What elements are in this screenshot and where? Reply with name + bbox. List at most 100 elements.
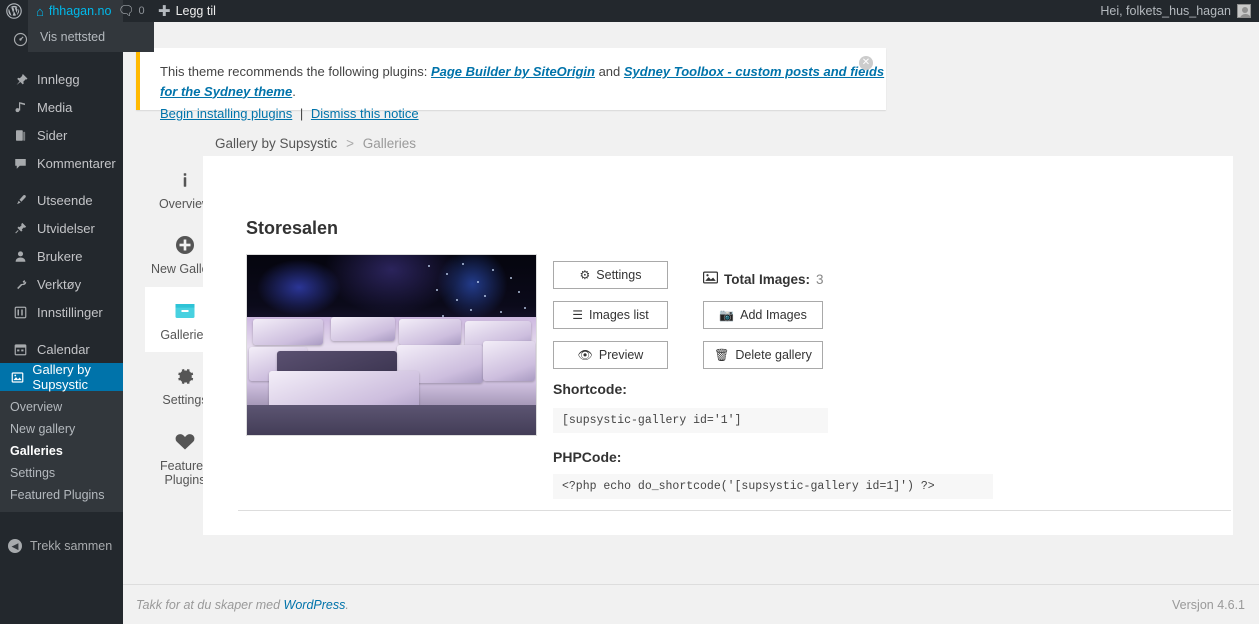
wordpress-logo-button[interactable] bbox=[0, 0, 28, 22]
wordpress-logo-icon bbox=[6, 3, 22, 19]
sidebar-item-gallery-by-supsystic[interactable]: Gallery by Supsystic bbox=[0, 362, 131, 392]
notice-conjunction: and bbox=[594, 64, 624, 79]
trash-icon: 🗑 bbox=[714, 348, 730, 362]
gallery-thumbnail[interactable] bbox=[246, 254, 537, 436]
home-icon: ⌂ bbox=[36, 3, 44, 19]
delete-gallery-button[interactable]: 🗑 Delete gallery bbox=[703, 341, 823, 369]
sidebar-subitem-overview[interactable]: Overview bbox=[0, 396, 123, 418]
total-images-info: Total Images: 3 bbox=[703, 271, 824, 287]
admin-bar: ⌂ fhhagan.no 🗨 0 ✚ Legg til Hei, folkets… bbox=[0, 0, 1259, 22]
sidebar-item-innstillinger[interactable]: Innstillinger bbox=[0, 298, 123, 326]
admin-footer: Takk for at du skaper med WordPress. Ver… bbox=[123, 584, 1259, 624]
banquet-hall-photo bbox=[247, 255, 536, 435]
breadcrumb-separator-icon: > bbox=[346, 136, 354, 151]
add-images-button[interactable]: 📷 Add Images bbox=[703, 301, 823, 329]
settings-button[interactable]: ⚙ Settings bbox=[553, 261, 668, 289]
shortcode-label: Shortcode: bbox=[553, 381, 627, 397]
footer-version: Versjon 4.6.1 bbox=[1172, 598, 1245, 612]
notice-intro: This theme recommends the following plug… bbox=[160, 64, 431, 79]
list-icon: ☰ bbox=[572, 308, 583, 322]
dashboard-gauge-icon bbox=[10, 32, 30, 47]
admin-sidebar: Innlegg Media Sider Kommentarer Utseende… bbox=[0, 22, 131, 624]
footer-thanks-suffix: . bbox=[345, 598, 349, 612]
heart-icon bbox=[174, 429, 196, 455]
phpcode-value[interactable]: <?php echo do_shortcode('[supsystic-gall… bbox=[553, 474, 993, 499]
preview-button[interactable]: 👁 Preview bbox=[553, 341, 668, 369]
phpcode-label: PHPCode: bbox=[553, 449, 622, 465]
sidebar-subitem-settings[interactable]: Settings bbox=[0, 462, 123, 484]
sidebar-item-label: Innstillinger bbox=[37, 304, 103, 320]
sidebar-separator-2 bbox=[0, 177, 123, 186]
sidebar-subitem-new-gallery[interactable]: New gallery bbox=[0, 418, 123, 440]
plus-circle-icon bbox=[174, 232, 196, 258]
gallery-icon bbox=[10, 370, 25, 385]
sidebar-item-calendar[interactable]: Calendar bbox=[0, 335, 123, 363]
panel-divider bbox=[238, 510, 1231, 511]
sidebar-item-sider[interactable]: Sider bbox=[0, 121, 123, 149]
site-menu-dropdown[interactable]: Vis nettsted bbox=[28, 22, 154, 52]
plugin-link-page-builder[interactable]: Page Builder by SiteOrigin bbox=[431, 64, 595, 79]
sidebar-subitem-label: Settings bbox=[10, 466, 56, 480]
total-images-count: 3 bbox=[816, 271, 824, 287]
sidebar-item-innlegg[interactable]: Innlegg bbox=[0, 65, 123, 93]
pages-icon bbox=[10, 128, 30, 143]
main-content: This theme recommends the following plug… bbox=[123, 22, 1259, 624]
delete-gallery-button-label: Delete gallery bbox=[735, 348, 812, 362]
sidebar-item-label: Brukere bbox=[37, 248, 83, 264]
sidebar-subitem-galleries[interactable]: Galleries bbox=[0, 440, 123, 462]
images-list-button[interactable]: ☰ Images list bbox=[553, 301, 668, 329]
sidebar-subitem-featured-plugins[interactable]: Featured Plugins bbox=[0, 484, 123, 506]
notice-text: This theme recommends the following plug… bbox=[140, 48, 886, 101]
sidebar-subitem-label: New gallery bbox=[10, 422, 76, 436]
notice-separator: | bbox=[299, 106, 304, 121]
sidebar-item-media[interactable]: Media bbox=[0, 93, 123, 121]
sidebar-item-label: Kommentarer bbox=[37, 155, 116, 171]
sidebar-item-label: Gallery by Supsystic bbox=[32, 362, 91, 392]
sidebar-subitem-label: Galleries bbox=[10, 444, 63, 458]
sidebar-separator-1 bbox=[0, 56, 123, 65]
notice-period: . bbox=[292, 83, 296, 99]
eye-icon: 👁 bbox=[577, 348, 593, 362]
sidebar-item-utvidelser[interactable]: Utvidelser bbox=[0, 214, 123, 242]
sidebar-submenu: Overview New gallery Galleries Settings … bbox=[0, 391, 123, 512]
arrow-left-circle-icon: ◀ bbox=[8, 539, 22, 553]
breadcrumb-current: Galleries bbox=[362, 136, 416, 151]
camera-icon: 📷 bbox=[719, 308, 735, 322]
sidebar-item-label: Utseende bbox=[37, 192, 93, 208]
total-images-label: Total Images: bbox=[724, 271, 811, 287]
sidebar-subitem-label: Overview bbox=[10, 400, 63, 414]
sidebar-item-label: Innlegg bbox=[37, 71, 80, 87]
dismiss-notice-link[interactable]: Dismiss this notice bbox=[311, 106, 419, 121]
page-title: Storesalen bbox=[246, 218, 339, 238]
sidebar-item-label: Calendar bbox=[37, 341, 90, 357]
begin-installing-plugins-link[interactable]: Begin installing plugins bbox=[160, 106, 292, 121]
wordpress-link[interactable]: WordPress bbox=[284, 598, 346, 612]
info-icon bbox=[176, 167, 194, 193]
greeting-label: Hei, folkets_hus_hagan bbox=[1100, 4, 1231, 18]
settings-sliders-icon bbox=[10, 305, 30, 320]
sidebar-separator-3 bbox=[0, 326, 123, 335]
breadcrumb-root[interactable]: Gallery by Supsystic bbox=[215, 136, 337, 151]
close-circle-icon[interactable]: ✕ bbox=[859, 56, 873, 70]
sidebar-item-label: Verktøy bbox=[37, 276, 82, 292]
notice-actions: Begin installing plugins | Dismiss this … bbox=[140, 101, 886, 121]
appearance-brush-icon bbox=[10, 193, 30, 208]
sidebar-item-utseende[interactable]: Utseende bbox=[0, 186, 123, 214]
plus-icon: ✚ bbox=[158, 2, 171, 20]
sidebar-item-brukere[interactable]: Brukere bbox=[0, 242, 123, 270]
sidebar-item-verktoy[interactable]: Verktøy bbox=[0, 270, 123, 298]
comments-menu[interactable]: 🗨 0 bbox=[110, 0, 153, 22]
account-menu[interactable]: Hei, folkets_hus_hagan bbox=[1092, 0, 1259, 22]
collapse-menu-button[interactable]: ◀ Trekk sammen bbox=[0, 533, 123, 559]
pin-icon bbox=[10, 72, 30, 87]
comment-bubble-icon: 🗨 bbox=[118, 3, 135, 18]
visit-site-item[interactable]: Vis nettsted bbox=[40, 30, 105, 44]
floor bbox=[247, 405, 536, 435]
shortcode-value[interactable]: [supsystic-gallery id='1'] bbox=[553, 408, 828, 433]
gallery-box-icon bbox=[174, 298, 196, 324]
sidebar-item-label: Utvidelser bbox=[37, 220, 95, 236]
sidebar-item-kommentarer[interactable]: Kommentarer bbox=[0, 149, 123, 177]
calendar-icon bbox=[10, 342, 30, 357]
media-icon bbox=[10, 100, 30, 115]
new-content-menu[interactable]: ✚ Legg til bbox=[150, 0, 224, 22]
